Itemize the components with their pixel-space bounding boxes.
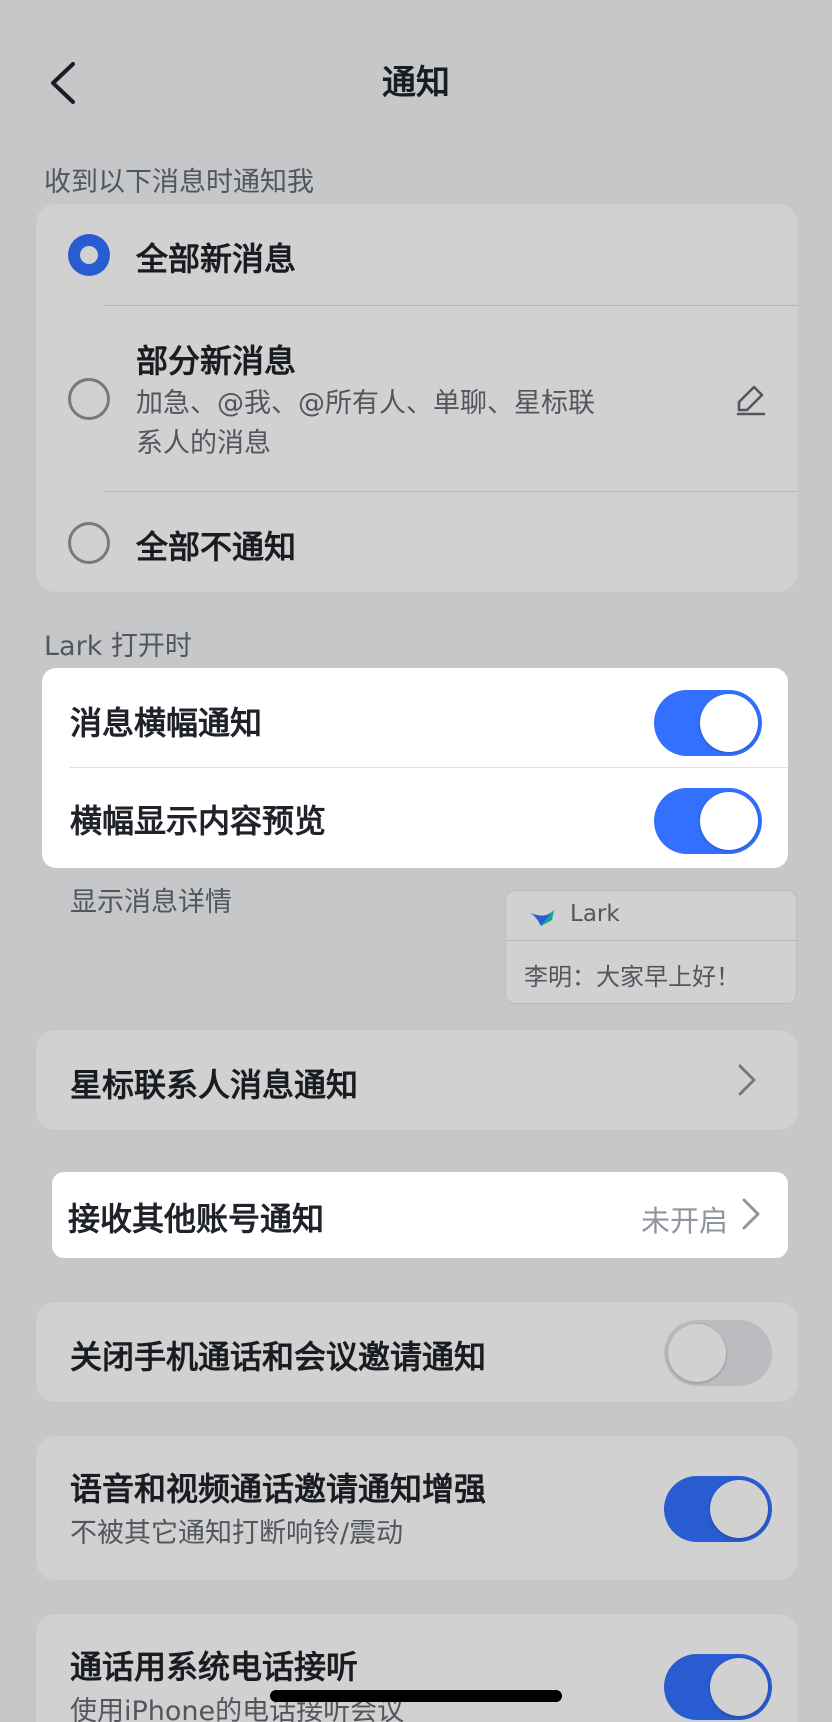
banner-notification-toggle[interactable] — [654, 690, 762, 756]
section-label-lark-open: Lark 打开时 — [44, 631, 192, 662]
toggle-knob — [668, 1324, 726, 1382]
banner-preview-card: Lark 李明：大家早上好！ — [505, 890, 797, 1004]
chevron-right-icon — [742, 1198, 760, 1230]
other-accounts-card: 接收其他账号通知 未开启 — [52, 1172, 788, 1258]
banner-preview-row[interactable]: 横幅显示内容预览 — [42, 768, 788, 868]
enhance-call-toggle[interactable] — [664, 1476, 772, 1542]
detail-label: 显示消息详情 — [70, 887, 232, 918]
system-phone-toggle[interactable] — [664, 1654, 772, 1720]
preview-header: Lark — [506, 891, 796, 941]
starred-contacts-card: 星标联系人消息通知 — [36, 1030, 798, 1130]
preview-message: 李明：大家早上好！ — [524, 963, 740, 991]
option-all-new-messages[interactable]: 全部新消息 — [36, 204, 798, 306]
option-label: 部分新消息 — [136, 342, 297, 380]
radio-selected[interactable] — [68, 234, 110, 276]
page-title: 通知 — [382, 63, 450, 103]
toggle-knob — [710, 1658, 768, 1716]
close-call-invites-card: 关闭手机通话和会议邀请通知 — [36, 1302, 798, 1402]
row-description: 不被其它通知打断响铃/震动 — [70, 1518, 404, 1549]
option-label: 全部不通知 — [136, 528, 297, 566]
starred-contacts-row[interactable]: 星标联系人消息通知 — [36, 1030, 798, 1130]
toggle-knob — [700, 792, 758, 850]
toggle-knob — [710, 1480, 768, 1538]
row-label: 关闭手机通话和会议邀请通知 — [70, 1338, 487, 1376]
home-indicator — [270, 1690, 562, 1702]
chevron-right-icon — [738, 1064, 756, 1096]
lark-logo-icon — [528, 910, 554, 926]
enhance-call-card: 语音和视频通话邀请通知增强 不被其它通知打断响铃/震动 — [36, 1436, 798, 1580]
navigation-bar: 通知 — [0, 40, 832, 130]
row-label: 语音和视频通话邀请通知增强 — [70, 1470, 487, 1508]
row-label: 星标联系人消息通知 — [70, 1066, 359, 1104]
radio-unselected[interactable] — [68, 378, 110, 420]
system-phone-card: 通话用系统电话接听 使用iPhone的电话接听会议 — [36, 1614, 798, 1722]
section-label-receive: 收到以下消息时通知我 — [44, 167, 314, 198]
notification-settings-screen: 通知 收到以下消息时通知我 全部新消息 部分新消息 加急、@我、@所有人、单聊、… — [0, 0, 832, 1722]
preview-app-name: Lark — [570, 901, 620, 927]
row-label: 消息横幅通知 — [70, 704, 263, 742]
receive-options-card: 全部新消息 部分新消息 加急、@我、@所有人、单聊、星标联系人的消息 全部不通知 — [36, 204, 798, 592]
close-call-invites-row[interactable]: 关闭手机通话和会议邀请通知 — [36, 1302, 798, 1402]
radio-unselected[interactable] — [68, 522, 110, 564]
option-description: 加急、@我、@所有人、单聊、星标联系人的消息 — [136, 388, 595, 459]
option-no-notifications[interactable]: 全部不通知 — [36, 492, 798, 592]
row-label: 通话用系统电话接听 — [70, 1648, 359, 1686]
option-label: 全部新消息 — [136, 240, 297, 278]
row-label: 横幅显示内容预览 — [70, 802, 327, 840]
close-call-invites-toggle[interactable] — [664, 1320, 772, 1386]
other-accounts-status: 未开启 — [640, 1204, 728, 1238]
toggle-knob — [700, 694, 758, 752]
edit-icon[interactable] — [734, 382, 768, 416]
system-phone-row[interactable]: 通话用系统电话接听 使用iPhone的电话接听会议 — [36, 1614, 798, 1722]
option-some-new-messages[interactable]: 部分新消息 加急、@我、@所有人、单聊、星标联系人的消息 — [36, 306, 798, 492]
banner-notification-row[interactable]: 消息横幅通知 — [42, 668, 788, 768]
row-label: 接收其他账号通知 — [68, 1200, 325, 1238]
lark-open-card: 消息横幅通知 横幅显示内容预览 — [42, 668, 788, 868]
other-accounts-row[interactable]: 接收其他账号通知 未开启 — [52, 1172, 788, 1258]
banner-preview-toggle[interactable] — [654, 788, 762, 854]
enhance-call-row[interactable]: 语音和视频通话邀请通知增强 不被其它通知打断响铃/震动 — [36, 1436, 798, 1580]
